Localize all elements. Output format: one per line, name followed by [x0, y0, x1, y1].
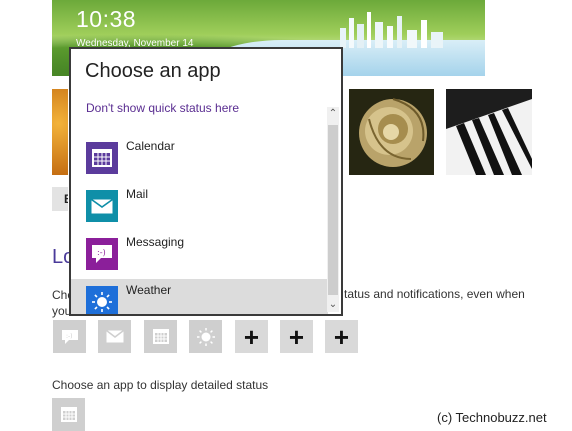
app-item-label: Mail — [126, 187, 149, 201]
browse-button[interactable]: B — [52, 187, 68, 211]
flyout-title: Choose an app — [85, 60, 221, 82]
background-thumbnail-nautilus[interactable] — [349, 89, 434, 175]
quick-status-slot-add[interactable]: + — [235, 320, 268, 353]
lock-screen-time: 10:38 — [76, 6, 137, 32]
background-thumbnail[interactable] — [52, 89, 68, 175]
messaging-icon: :-) — [92, 245, 112, 263]
app-item-label: Calendar — [126, 139, 175, 153]
scroll-up-arrow-icon[interactable]: ⌃ — [327, 107, 339, 121]
calendar-tile — [86, 142, 118, 174]
weather-tile — [86, 286, 118, 314]
weather-icon — [196, 327, 215, 346]
messaging-icon: :-) — [61, 329, 78, 344]
quick-status-slot-weather[interactable] — [189, 320, 222, 353]
preview-skyline — [340, 12, 443, 48]
quick-status-slot-add[interactable]: + — [280, 320, 313, 353]
plus-icon: + — [288, 321, 305, 352]
weather-icon — [92, 292, 112, 312]
plus-icon: + — [333, 321, 350, 352]
calendar-icon — [60, 407, 77, 422]
piano-image — [446, 89, 532, 175]
quick-status-slot-messaging[interactable]: :-) — [53, 320, 86, 353]
app-item-label: Messaging — [126, 235, 185, 249]
calendar-icon — [152, 329, 169, 344]
quick-status-slot-calendar[interactable] — [144, 320, 177, 353]
app-item-messaging[interactable]: :-) Messaging — [71, 231, 328, 279]
dont-show-quick-status-link[interactable]: Don't show quick status here — [86, 101, 239, 115]
svg-text::-): :-) — [97, 248, 106, 257]
watermark: (c) Technobuzz.net — [437, 410, 547, 425]
detailed-status-slot-calendar[interactable] — [52, 398, 85, 431]
quick-status-slot-add[interactable]: + — [325, 320, 358, 353]
flyout-scrollbar[interactable]: ⌃ ⌄ — [327, 107, 339, 312]
scroll-down-arrow-icon[interactable]: ⌄ — [327, 298, 339, 312]
app-item-weather[interactable]: Weather — [71, 279, 328, 314]
choose-app-flyout: Choose an app Don't show quick status he… — [69, 47, 343, 316]
lock-screen-apps-description-right: tatus and notifications, even when — [344, 287, 525, 301]
app-item-calendar[interactable]: Calendar — [71, 135, 328, 183]
nautilus-image — [349, 89, 434, 175]
svg-text::-): :-) — [66, 333, 73, 340]
background-thumbnail-piano[interactable] — [446, 89, 532, 175]
calendar-icon — [92, 149, 112, 167]
mail-tile — [86, 190, 118, 222]
app-item-mail[interactable]: Mail — [71, 183, 328, 231]
mail-icon — [105, 330, 124, 343]
detailed-status-label: Choose an app to display detailed status — [52, 378, 269, 392]
messaging-tile: :-) — [86, 238, 118, 270]
app-item-label: Weather — [126, 283, 172, 297]
mail-icon — [91, 198, 113, 213]
scrollbar-thumb[interactable] — [328, 125, 338, 295]
plus-icon: + — [243, 321, 260, 352]
quick-status-slot-mail[interactable] — [98, 320, 131, 353]
